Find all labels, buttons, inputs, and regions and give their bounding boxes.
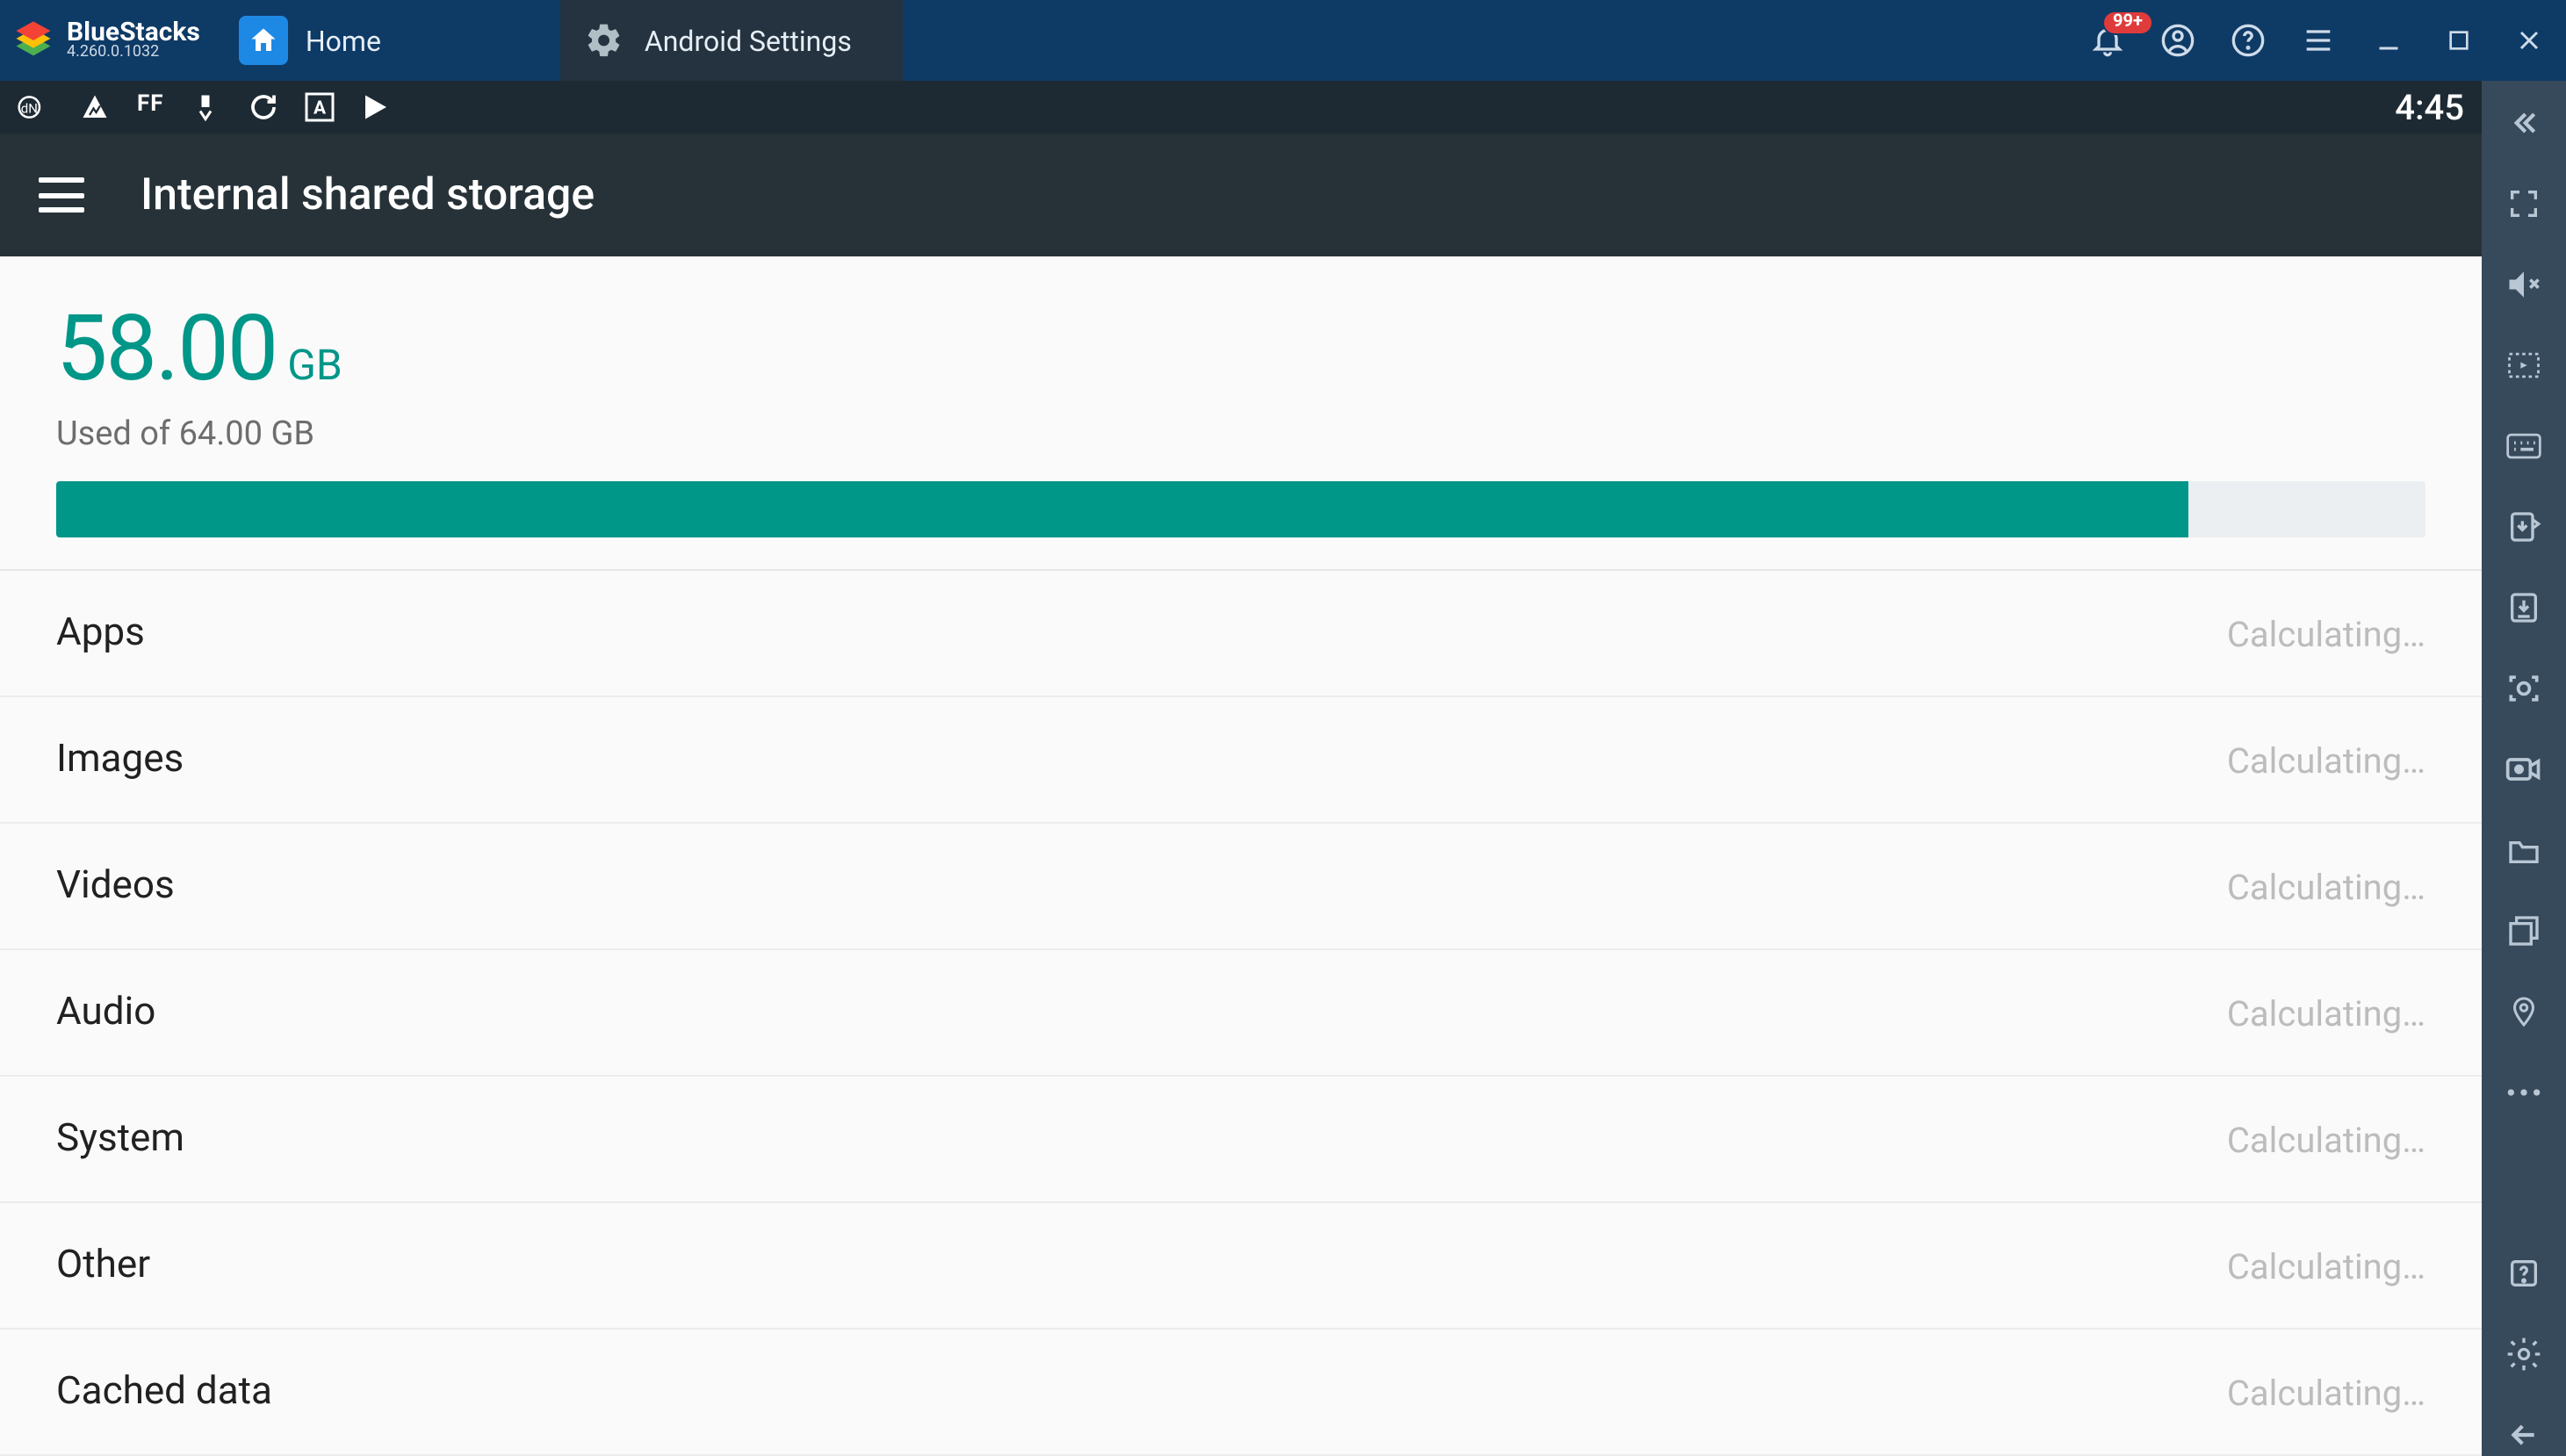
category-row-system[interactable]: System Calculating… xyxy=(0,1077,2482,1203)
notifications-button[interactable]: 99+ xyxy=(2088,21,2127,60)
account-button[interactable] xyxy=(2159,21,2197,60)
category-row-other[interactable]: Other Calculating… xyxy=(0,1203,2482,1330)
bluestacks-logo-icon xyxy=(11,18,56,63)
status-icon-a: A xyxy=(305,91,336,123)
category-label: Audio xyxy=(56,991,155,1034)
app-version: 4.260.0.1032 xyxy=(67,46,200,61)
android-status-bar: dN FF A 4:45 xyxy=(0,81,2482,133)
keyboard-button[interactable] xyxy=(2503,425,2545,467)
tabs: Home Android Settings xyxy=(218,0,903,81)
gear-icon xyxy=(581,18,627,63)
fullscreen-button[interactable] xyxy=(2503,183,2545,225)
status-icon-1: dN xyxy=(18,91,53,123)
page-title: Internal shared storage xyxy=(141,169,595,220)
storage-summary: 58.00 GB Used of 64.00 GB xyxy=(0,256,2482,571)
app-name: BlueStacks xyxy=(67,19,200,46)
storage-progress-fill xyxy=(56,481,2188,537)
tab-home[interactable]: Home xyxy=(218,0,560,81)
close-button[interactable] xyxy=(2510,21,2548,60)
drawer-menu-button[interactable] xyxy=(39,177,84,213)
tab-home-label: Home xyxy=(306,24,381,57)
category-row-videos[interactable]: Videos Calculating… xyxy=(0,824,2482,950)
svg-text:dN: dN xyxy=(21,101,38,117)
category-value: Calculating… xyxy=(2227,1118,2425,1160)
collapse-toolbar-button[interactable] xyxy=(2503,102,2545,144)
storage-content: 58.00 GB Used of 64.00 GB Apps Calculatin… xyxy=(0,256,2482,1456)
titlebar: BlueStacks 4.260.0.1032 Home Android Set… xyxy=(0,0,2566,81)
settings-action-bar: Internal shared storage xyxy=(0,133,2482,256)
category-label: Other xyxy=(56,1243,150,1287)
category-value: Calculating… xyxy=(2227,612,2425,654)
title-actions: 99+ xyxy=(2088,21,2566,60)
category-row-cached-data[interactable]: Cached data Calculating… xyxy=(0,1330,2482,1456)
status-icon-play xyxy=(361,91,393,123)
location-button[interactable] xyxy=(2503,991,2545,1033)
status-clock: 4:45 xyxy=(2395,86,2464,128)
bluestacks-logo-block: BlueStacks 4.260.0.1032 xyxy=(0,0,218,81)
install-apk-down-button[interactable] xyxy=(2503,587,2545,629)
category-value: Calculating… xyxy=(2227,865,2425,907)
maximize-button[interactable] xyxy=(2440,21,2478,60)
help-button[interactable] xyxy=(2229,21,2267,60)
category-value: Calculating… xyxy=(2227,739,2425,781)
multi-instance-button[interactable] xyxy=(2503,910,2545,952)
side-toolbar xyxy=(2482,81,2566,1456)
storage-used-value: 58.00 xyxy=(56,295,277,402)
category-row-audio[interactable]: Audio Calculating… xyxy=(0,950,2482,1077)
back-button[interactable] xyxy=(2503,1414,2545,1456)
storage-categories: AppsCalculating…ImagesCalculating…Videos… xyxy=(0,571,2482,1456)
status-icon-ff: FF xyxy=(137,91,164,123)
volume-mute-button[interactable] xyxy=(2503,263,2545,306)
bluestacks-text: BlueStacks 4.260.0.1032 xyxy=(67,19,200,61)
toolbar-settings-button[interactable] xyxy=(2503,1333,2545,1375)
category-value: Calculating… xyxy=(2227,1244,2425,1287)
screenshot-button[interactable] xyxy=(2503,667,2545,710)
category-value: Calculating… xyxy=(2227,1371,2425,1413)
category-label: System xyxy=(56,1117,184,1161)
category-row-images[interactable]: Images Calculating… xyxy=(0,697,2482,824)
tab-android-settings[interactable]: Android Settings xyxy=(560,0,903,81)
category-row-apps[interactable]: Apps Calculating… xyxy=(0,571,2482,697)
install-apk-right-button[interactable] xyxy=(2503,506,2545,548)
guide-button[interactable] xyxy=(2503,1252,2545,1294)
storage-used: 58.00 GB xyxy=(56,295,2425,402)
menu-button[interactable] xyxy=(2299,21,2338,60)
keymap-button[interactable] xyxy=(2503,344,2545,386)
record-button[interactable] xyxy=(2503,748,2545,790)
category-label: Cached data xyxy=(56,1370,272,1414)
home-icon xyxy=(239,16,288,65)
status-icon-refresh xyxy=(249,91,280,123)
storage-subtitle: Used of 64.00 GB xyxy=(56,413,2425,453)
tab-settings-label: Android Settings xyxy=(645,24,852,57)
category-value: Calculating… xyxy=(2227,991,2425,1034)
category-label: Videos xyxy=(56,864,175,908)
media-folder-button[interactable] xyxy=(2503,829,2545,871)
category-label: Images xyxy=(56,738,184,782)
notification-badge: 99+ xyxy=(2102,11,2153,35)
minimize-button[interactable] xyxy=(2369,21,2408,60)
status-icon-2 xyxy=(77,91,112,123)
status-icon-3 xyxy=(189,91,224,123)
svg-text:A: A xyxy=(314,98,328,119)
storage-progress-bar xyxy=(56,481,2425,537)
category-label: Apps xyxy=(56,611,145,655)
storage-used-unit: GB xyxy=(287,341,342,390)
more-button[interactable] xyxy=(2503,1071,2545,1114)
emulator-viewport: dN FF A 4:45 Internal shared storage xyxy=(0,81,2482,1456)
